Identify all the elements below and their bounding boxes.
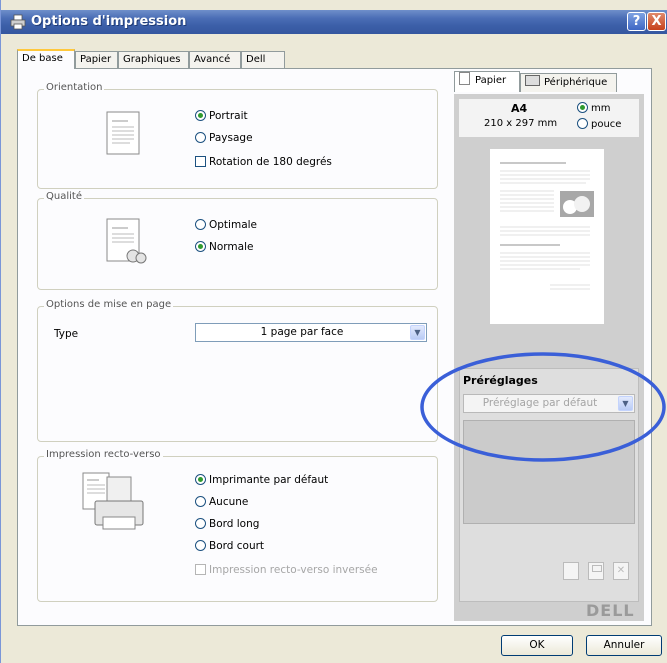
paysage-option[interactable]: Paysage xyxy=(195,132,253,144)
duplex-none-option[interactable]: Aucune xyxy=(195,496,248,508)
layout-title: Options de mise en page xyxy=(44,299,174,310)
duplex-long-label: Bord long xyxy=(209,518,260,530)
optimale-radio[interactable] xyxy=(195,219,206,230)
orientation-group: Orientation Portrait Paysage Rotation de… xyxy=(37,82,438,189)
duplex-long-radio[interactable] xyxy=(195,518,206,529)
duplex-none-label: Aucune xyxy=(209,496,249,508)
page-preview-image xyxy=(490,149,604,324)
tab-avance[interactable]: Avancé xyxy=(189,51,241,68)
type-label: Type xyxy=(54,328,79,340)
preset-save-icon[interactable] xyxy=(588,562,604,580)
portrait-option[interactable]: Portrait xyxy=(195,110,248,122)
tab-preview-papier[interactable]: Papier xyxy=(454,71,520,92)
close-button[interactable]: X xyxy=(647,12,666,31)
portrait-page-icon xyxy=(106,111,140,155)
optimale-label: Optimale xyxy=(209,219,258,231)
unit-mm-label: mm xyxy=(591,103,611,114)
chevron-down-icon[interactable]: ▼ xyxy=(410,325,425,340)
unit-inch-label: pouce xyxy=(591,119,622,130)
duplex-reverse-label: Impression recto-verso inversée xyxy=(209,564,378,576)
type-select-value: 1 page par face xyxy=(260,326,344,338)
paper-tab-label: Papier xyxy=(475,75,507,86)
normale-radio[interactable] xyxy=(195,241,206,252)
orientation-title: Orientation xyxy=(44,82,105,93)
print-options-window: Options d'impression ? X De base Papier … xyxy=(0,0,667,663)
unit-inch-option[interactable]: pouce xyxy=(577,118,621,130)
window-title: Options d'impression xyxy=(31,14,187,29)
device-tab-label: Périphérique xyxy=(544,77,608,88)
paysage-label: Paysage xyxy=(209,132,253,144)
paper-size-label: A4 xyxy=(511,102,528,115)
normale-option[interactable]: Normale xyxy=(195,241,253,253)
type-select[interactable]: 1 page par face ▼ xyxy=(195,323,427,342)
help-button[interactable]: ? xyxy=(627,12,646,31)
device-tab-icon xyxy=(525,75,540,86)
optimale-option[interactable]: Optimale xyxy=(195,219,257,231)
normale-label: Normale xyxy=(209,241,254,253)
preset-new-icon[interactable] xyxy=(563,562,579,580)
paper-tab-icon xyxy=(459,72,470,85)
preset-delete-icon[interactable]: ✕ xyxy=(613,562,629,580)
quality-title: Qualité xyxy=(44,191,84,202)
unit-inch-radio[interactable] xyxy=(577,118,588,129)
ok-button[interactable]: OK xyxy=(501,635,573,656)
printer-icon xyxy=(10,14,26,30)
portrait-radio[interactable] xyxy=(195,110,206,121)
duplex-long-option[interactable]: Bord long xyxy=(195,518,259,530)
tab-de-base[interactable]: De base xyxy=(17,49,75,69)
highlight-ellipse xyxy=(420,352,666,462)
tab-graphiques[interactable]: Graphiques xyxy=(118,51,189,68)
save-icon-detail xyxy=(592,565,602,572)
tab-panel: Orientation Portrait Paysage Rotation de… xyxy=(17,68,652,626)
duplex-none-radio[interactable] xyxy=(195,496,206,507)
dell-logo: DELL xyxy=(586,601,635,620)
cancel-button[interactable]: Annuler xyxy=(586,635,662,656)
title-bar[interactable]: Options d'impression ? X xyxy=(1,10,667,34)
tab-dell[interactable]: Dell xyxy=(241,51,285,68)
duplex-title: Impression recto-verso xyxy=(44,449,163,460)
tab-papier[interactable]: Papier xyxy=(75,51,118,68)
duplex-group: Impression recto-verso Imprimante par dé… xyxy=(37,449,438,602)
duplex-default-radio[interactable] xyxy=(195,474,206,485)
rotate-option[interactable]: Rotation de 180 degrés xyxy=(195,156,332,168)
duplex-printer-icon xyxy=(82,472,144,530)
duplex-default-label: Imprimante par défaut xyxy=(209,474,329,486)
paysage-radio[interactable] xyxy=(195,132,206,143)
rotate-label: Rotation de 180 degrés xyxy=(209,156,332,168)
layout-group: Options de mise en page Type 1 page par … xyxy=(37,299,438,442)
unit-mm-option[interactable]: mm xyxy=(577,102,610,114)
duplex-reverse-checkbox[interactable] xyxy=(195,564,206,575)
duplex-short-radio[interactable] xyxy=(195,540,206,551)
rotate-checkbox[interactable] xyxy=(195,156,206,167)
portrait-label: Portrait xyxy=(209,110,248,122)
quality-page-icon xyxy=(106,218,147,264)
duplex-reverse-option[interactable]: Impression recto-verso inversée xyxy=(195,564,378,576)
duplex-short-label: Bord court xyxy=(209,540,265,552)
paper-info-box: A4 210 x 297 mm mm pouce xyxy=(459,99,639,137)
paper-dimensions: 210 x 297 mm xyxy=(484,118,558,129)
quality-group: Qualité Optimale Normale xyxy=(37,191,438,290)
tab-preview-peripherique[interactable]: Périphérique xyxy=(520,73,617,92)
unit-mm-radio[interactable] xyxy=(577,102,588,113)
duplex-short-option[interactable]: Bord court xyxy=(195,540,264,552)
duplex-default-option[interactable]: Imprimante par défaut xyxy=(195,474,328,486)
